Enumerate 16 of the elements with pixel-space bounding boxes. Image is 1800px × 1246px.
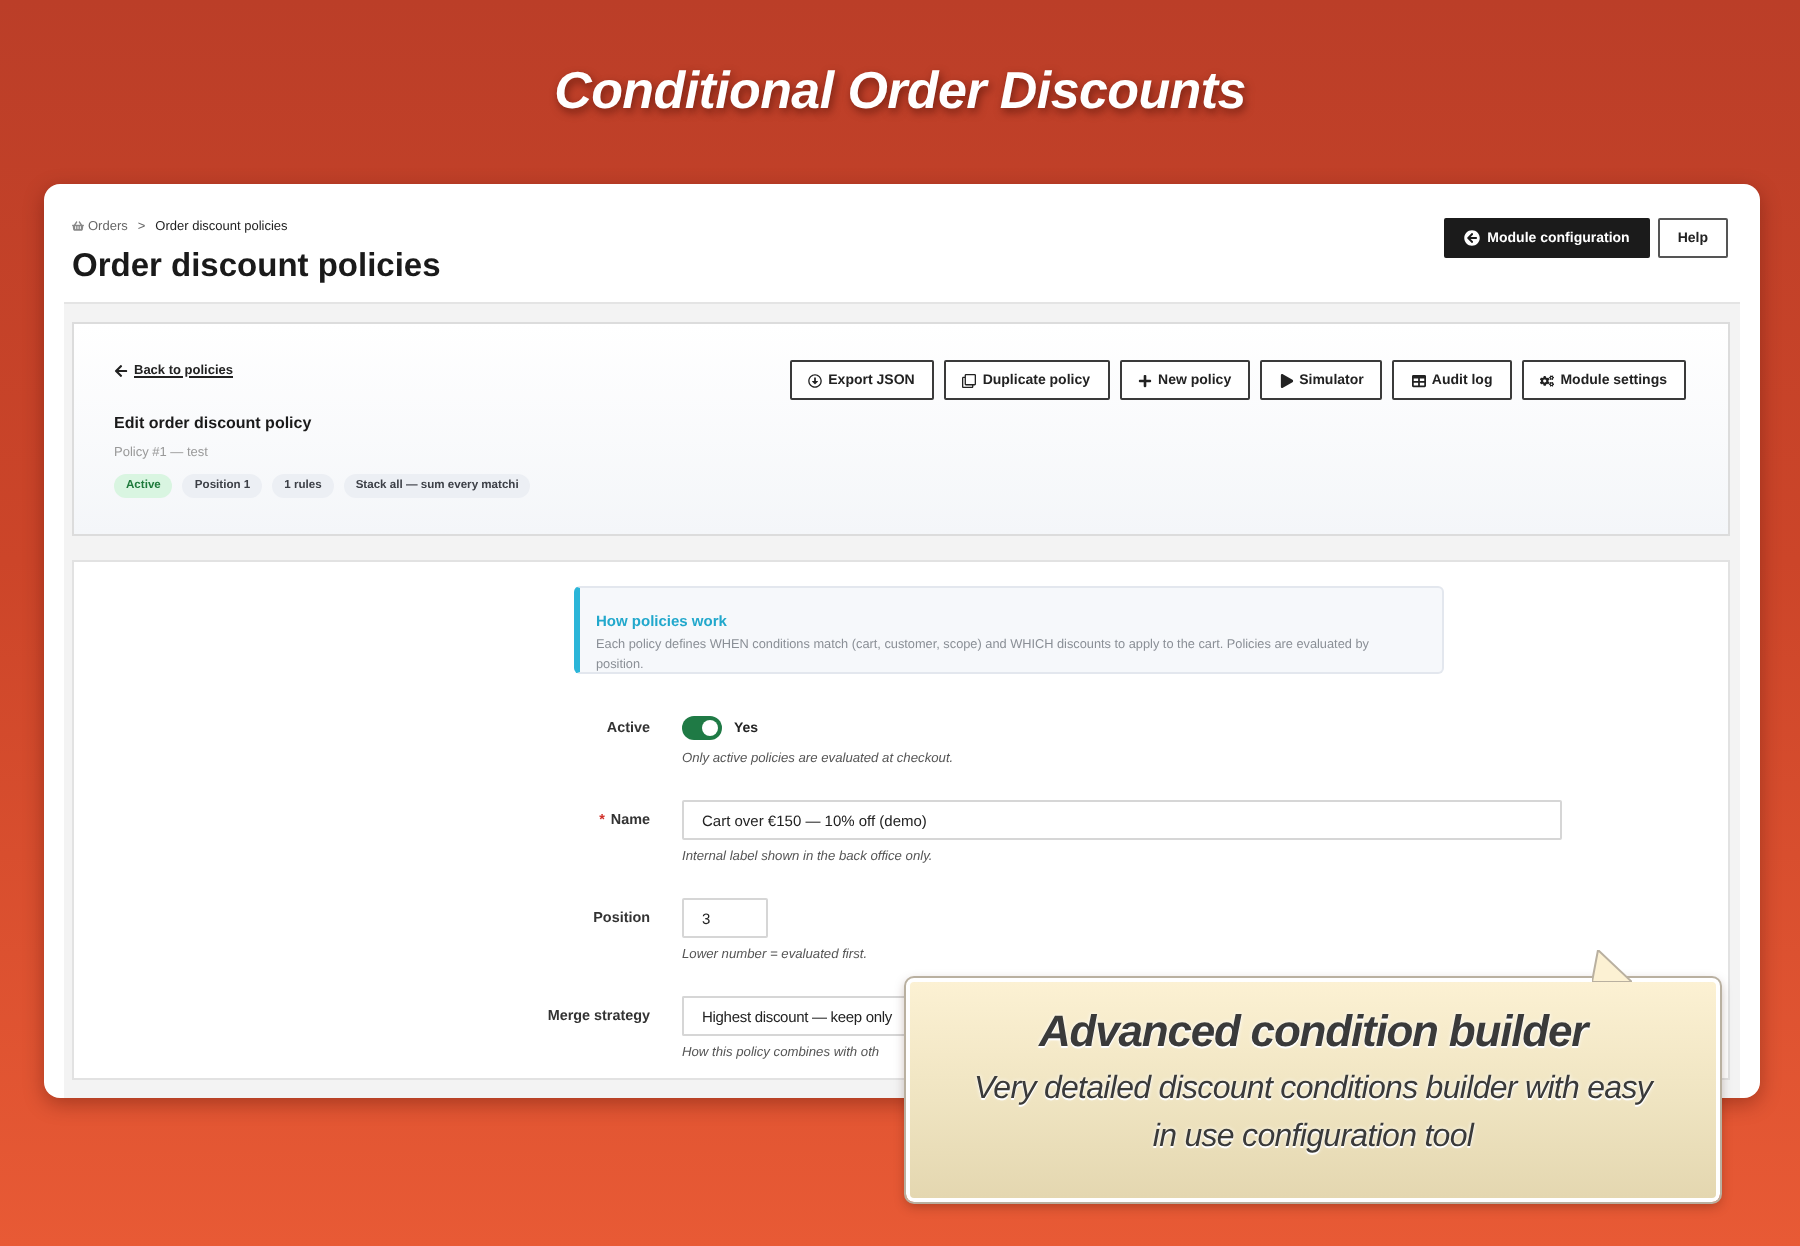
- page-title: Order discount policies: [72, 246, 441, 286]
- circle-arrow-left-icon: [1463, 230, 1480, 246]
- play-icon: [1279, 373, 1294, 387]
- banner-title: Conditional Order Discounts: [554, 58, 1246, 122]
- toggle-switch[interactable]: [682, 716, 722, 740]
- gears-icon: [1540, 373, 1555, 387]
- card-title: Edit order discount policy: [114, 414, 312, 434]
- table-icon: [1411, 373, 1426, 387]
- basket-icon: [72, 220, 84, 232]
- circle-arrow-down-icon: [808, 373, 823, 387]
- copy-icon: [962, 373, 977, 387]
- arrow-left-icon: [114, 363, 128, 377]
- callout-text: Very detailed discount conditions builder with easy in use configuration tool: [971, 1070, 1656, 1158]
- callout-tail: [1592, 950, 1632, 982]
- plus-icon: [1138, 373, 1153, 387]
- callout-title: Advanced condition builder: [1038, 1006, 1588, 1058]
